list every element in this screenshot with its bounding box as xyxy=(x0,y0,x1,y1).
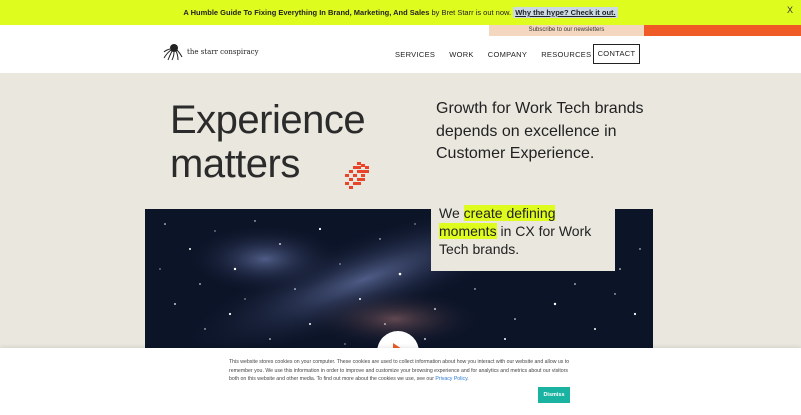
cx-callout: We create defining moments in CX for Work… xyxy=(431,199,615,271)
cx-highlight-1: create defining xyxy=(463,205,556,221)
cx-text-before: We xyxy=(439,205,464,221)
announcement-bar: A Humble Guide To Fixing Everything In B… xyxy=(0,0,801,25)
privacy-policy-link[interactable]: Privacy Policy xyxy=(435,376,467,382)
main-nav: SERVICES WORK COMPANY RESOURCES xyxy=(395,50,591,59)
nav-work[interactable]: WORK xyxy=(449,50,474,59)
hero-title-line2: matters xyxy=(170,142,300,186)
hero-title-line1: Experience xyxy=(170,98,366,142)
announcement-body: by Bret Starr is out now. xyxy=(429,8,514,17)
announcement-title: A Humble Guide To Fixing Everything In B… xyxy=(183,8,430,17)
cx-highlight-2: moments xyxy=(439,223,497,239)
announcement-text: A Humble Guide To Fixing Everything In B… xyxy=(0,7,801,18)
close-icon[interactable]: X xyxy=(787,5,793,15)
cookie-end: . xyxy=(467,376,469,382)
cookie-banner: This website stores cookies on your comp… xyxy=(0,348,801,415)
logo-text: the starr conspiracy xyxy=(187,48,259,56)
hero-title: Experience matters xyxy=(170,98,410,186)
header-content: the starr conspiracy SERVICES WORK COMPA… xyxy=(0,25,801,73)
octopus-logo-icon xyxy=(163,44,183,61)
cookie-text: This website stores cookies on your comp… xyxy=(229,358,574,384)
cookie-message: This website stores cookies on your comp… xyxy=(229,359,570,382)
pixel-fire-icon xyxy=(345,162,369,189)
hero-subtitle: Growth for Work Tech brands depends on e… xyxy=(436,100,644,162)
logo[interactable]: the starr conspiracy xyxy=(163,43,259,61)
contact-button[interactable]: CONTACT xyxy=(593,44,640,64)
nav-company[interactable]: COMPANY xyxy=(488,50,527,59)
nav-resources[interactable]: RESOURCES xyxy=(541,50,591,59)
announcement-link[interactable]: Why the hype? Check it out. xyxy=(513,7,618,18)
nav-services[interactable]: SERVICES xyxy=(395,50,435,59)
dismiss-button[interactable]: Dismiss xyxy=(538,387,570,403)
